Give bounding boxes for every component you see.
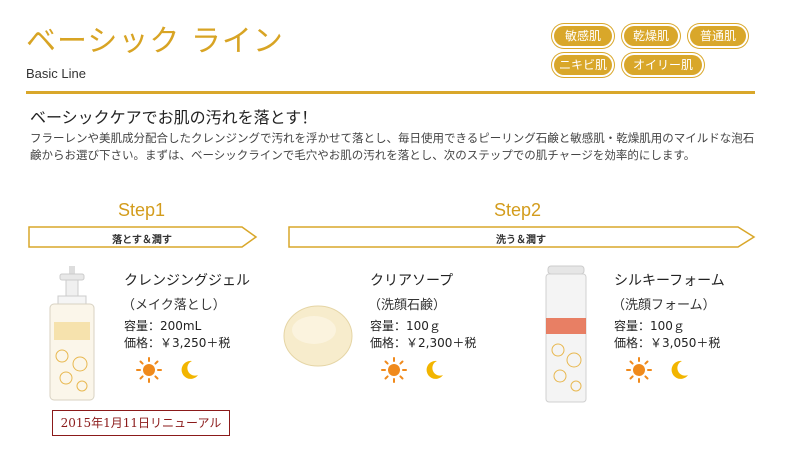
sun-icon bbox=[381, 357, 407, 383]
header-divider bbox=[26, 91, 755, 94]
product1-price: 価格：￥3,250＋税 bbox=[124, 336, 231, 350]
tag-sensitive-skin[interactable]: 敏感肌 bbox=[554, 26, 612, 46]
section-description: フラーレンや美肌成分配合したクレンジングで汚れを浮かせて落とし、毎日使用できるピ… bbox=[30, 131, 755, 162]
tag-normal-skin[interactable]: 普通肌 bbox=[690, 26, 746, 46]
product2-subtitle: （洗顔石鹸） bbox=[368, 298, 447, 313]
page-title: ベーシック ライン bbox=[26, 24, 284, 59]
moon-icon bbox=[671, 360, 688, 379]
silky-foam-can-image bbox=[545, 265, 587, 403]
renewal-notice: 2015年1月11日リニューアル bbox=[52, 410, 230, 436]
step1-banner-text: 落とす＆潤す bbox=[112, 235, 172, 246]
product1-subtitle: （メイク落とし） bbox=[122, 298, 226, 313]
step1-label: Step1 bbox=[118, 200, 166, 220]
step2-banner-text: 洗う＆潤す bbox=[496, 235, 546, 246]
product3-capacity: 容量：100ｇ bbox=[614, 319, 685, 333]
tag-dry-skin[interactable]: 乾燥肌 bbox=[624, 26, 678, 46]
moon-icon bbox=[181, 360, 198, 379]
product2-price: 価格：￥2,300＋税 bbox=[370, 336, 477, 350]
section-headline: ベーシックケアでお肌の汚れを落とす！ bbox=[30, 108, 318, 127]
product1-capacity: 容量：200mL bbox=[124, 319, 202, 333]
tag-acne-skin[interactable]: ニキビ肌 bbox=[554, 55, 612, 75]
cleansing-gel-bottle-image bbox=[49, 266, 95, 401]
moon-icon bbox=[426, 360, 443, 379]
step2-label: Step2 bbox=[494, 200, 542, 220]
sun-icon bbox=[626, 357, 652, 383]
product3-name[interactable]: シルキーフォーム bbox=[614, 270, 725, 292]
product3-subtitle: （洗顔フォーム） bbox=[612, 298, 716, 313]
product1-name[interactable]: クレンジングジェル bbox=[124, 270, 250, 292]
product2-name[interactable]: クリアソープ bbox=[370, 270, 453, 292]
sun-icon bbox=[136, 357, 162, 383]
page-subtitle: Basic Line bbox=[26, 66, 86, 81]
clear-soap-image bbox=[283, 305, 353, 367]
product2-capacity: 容量：100ｇ bbox=[370, 319, 441, 333]
product3-price: 価格：￥3,050＋税 bbox=[614, 336, 721, 350]
tag-oily-skin[interactable]: オイリー肌 bbox=[624, 55, 702, 75]
